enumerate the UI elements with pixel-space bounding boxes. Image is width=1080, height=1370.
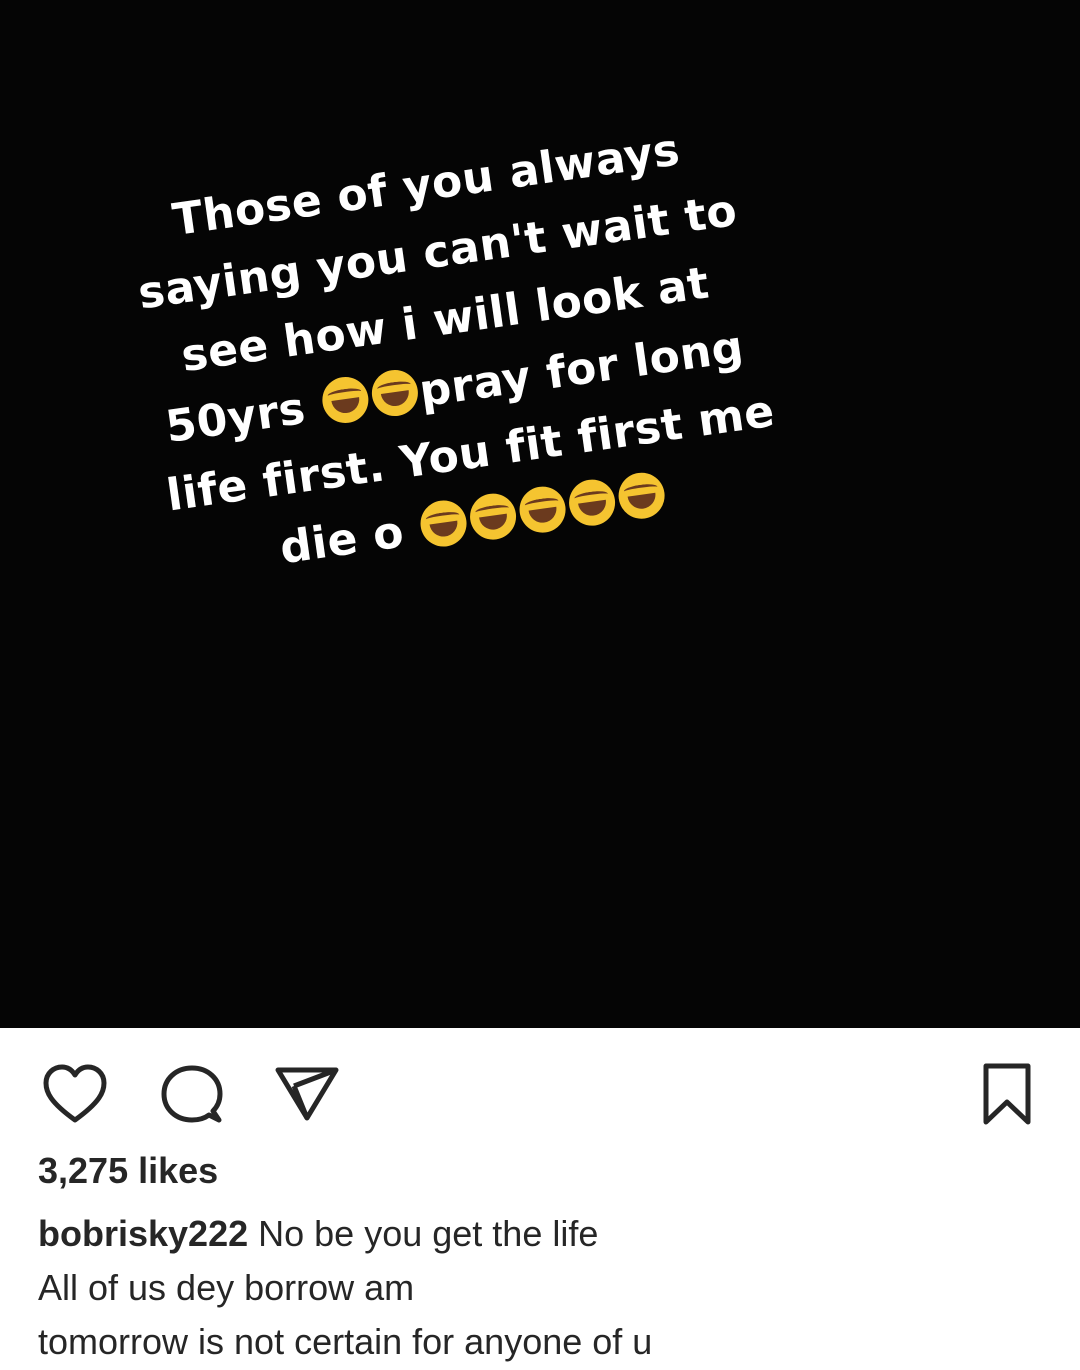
post-image[interactable]: Those of you always saying you can't wait… <box>0 0 1080 1028</box>
laughing-tears-emoji-icon <box>516 483 569 536</box>
laughing-tears-emoji-icon <box>368 367 421 420</box>
paper-plane-icon <box>272 1067 342 1134</box>
laughing-tears-emoji-icon <box>417 497 470 550</box>
laughing-tears-emoji-icon <box>467 490 520 543</box>
laughing-tears-emoji-icon <box>566 476 619 529</box>
caption-line: All of us dey borrow am <box>38 1267 415 1308</box>
likes-count[interactable]: 3,275 likes <box>38 1150 218 1192</box>
story-text-overlay: Those of you always saying you can't wait… <box>125 110 778 598</box>
heart-outline-icon <box>40 1064 110 1134</box>
caption-line: tomorrow is not certain for anyone of u <box>38 1321 653 1362</box>
comment-bubble-icon <box>157 1065 227 1134</box>
caption-username[interactable]: bobrisky222 <box>38 1213 248 1254</box>
like-button[interactable] <box>40 1060 110 1130</box>
caption-first-line: bobrisky222 No be you get the life <box>38 1207 1048 1261</box>
laughing-tears-emoji-icon <box>319 374 372 427</box>
comment-button[interactable] <box>157 1060 227 1130</box>
caption-text: No be you get the life <box>258 1213 599 1254</box>
story-text-fragment: die o <box>276 504 423 575</box>
post-action-bar <box>0 1028 1080 1148</box>
save-button[interactable] <box>972 1060 1042 1130</box>
share-button[interactable] <box>272 1060 342 1130</box>
bookmark-outline-icon <box>972 1063 1042 1134</box>
story-text-fragment: 50yrs <box>162 380 325 453</box>
laughing-tears-emoji-icon <box>615 469 668 522</box>
post-caption: bobrisky222 No be you get the life All o… <box>38 1207 1048 1369</box>
